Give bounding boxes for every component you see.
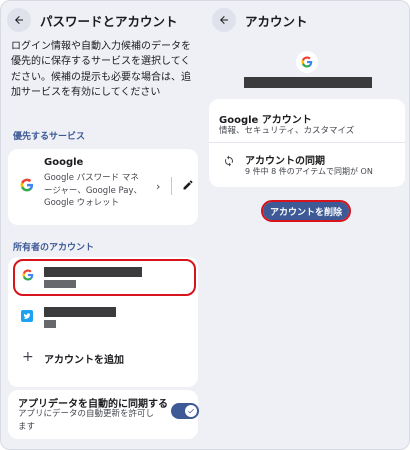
auto-sync-card[interactable]: アプリデータを自動的に同期する アプリにデータの自動更新を許可します (8, 390, 199, 439)
service-subtitle: Google パスワード マネージャー、Google Pay、Google ウォ… (44, 173, 142, 208)
divider (171, 177, 172, 195)
back-button[interactable] (7, 8, 31, 32)
page-title: アカウント (245, 13, 308, 29)
left-top-bar: パスワードとアカウント (7, 7, 178, 33)
auto-sync-subtitle: アプリにデータの自動更新を許可します (18, 409, 155, 432)
edit-icon[interactable] (182, 179, 194, 191)
settings-window: パスワードとアカウント ログイン情報や自動入力候補のデータを優先的に保存するサー… (0, 0, 410, 450)
add-account-label: アカウントを追加 (44, 355, 124, 366)
account-options-card: Google アカウント 情報、セキュリティ、カスタマイズ アカウントの同期 9… (209, 99, 405, 187)
add-account-row[interactable]: + アカウントを追加 (8, 347, 198, 371)
redacted-account-email (244, 77, 372, 88)
description-text: ログイン情報や自動入力候補のデータを優先的に保存するサービスを選択してください。… (11, 41, 191, 98)
preferred-service-heading: 優先するサービス (13, 132, 86, 142)
account-sync-title: アカウントの同期 (245, 156, 325, 167)
highlight-outline (261, 200, 351, 222)
service-name: Google (44, 157, 84, 168)
sync-icon (225, 155, 233, 167)
twitter-icon (21, 310, 33, 322)
arrow-left-icon (220, 16, 228, 24)
account-avatar (296, 51, 318, 73)
account-detail-pane: アカウント Google アカウント 情報、セキュリティ、カスタマイズ アカウン… (206, 1, 409, 449)
auto-sync-toggle[interactable] (171, 403, 199, 419)
chevron-right-icon[interactable]: › (156, 180, 160, 193)
right-top-bar: アカウント (212, 7, 308, 33)
passwords-accounts-pane: パスワードとアカウント ログイン情報や自動入力候補のデータを優先的に保存するサー… (1, 1, 206, 449)
divider (209, 142, 405, 143)
google-icon (301, 56, 313, 68)
plus-icon: + (22, 349, 34, 365)
back-button[interactable] (212, 8, 236, 32)
page-title: パスワードとアカウント (40, 13, 178, 29)
google-account-subtitle: 情報、セキュリティ、カスタマイズ (219, 126, 355, 136)
highlight-outline (13, 259, 196, 296)
redacted-account-name (44, 307, 116, 317)
account-sync-subtitle: 9 件中 8 件のアイテムで同期が ON (245, 167, 373, 176)
arrow-left-icon (15, 16, 23, 24)
owner-accounts-heading: 所有者のアカウント (13, 243, 95, 253)
preferred-service-card[interactable]: Google Google パスワード マネージャー、Google Pay、Go… (8, 149, 198, 225)
google-icon (20, 178, 34, 192)
check-icon (188, 408, 194, 414)
account-row-twitter[interactable] (8, 305, 198, 335)
toggle-knob (185, 405, 197, 417)
redacted-account-email (44, 320, 56, 328)
